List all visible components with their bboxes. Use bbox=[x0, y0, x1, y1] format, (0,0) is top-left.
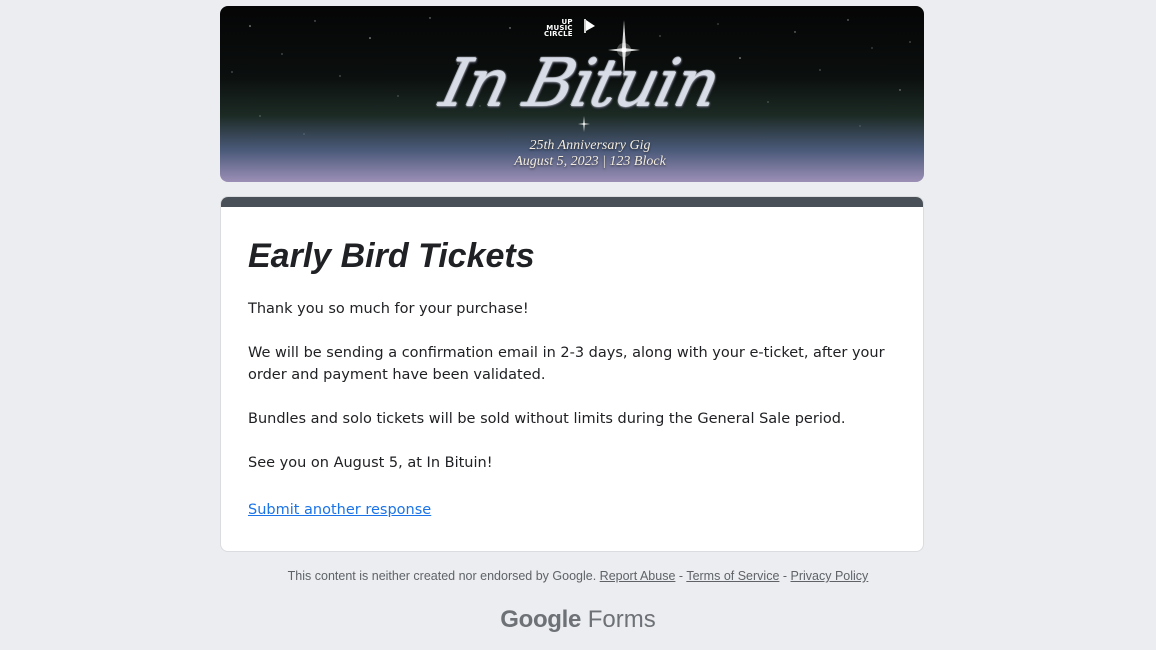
confirmation-message-email: We will be sending a confirmation email … bbox=[248, 345, 885, 383]
up-music-circle-logo: UP MUSIC CIRCLE bbox=[544, 18, 573, 38]
google-wordmark: Google bbox=[500, 606, 582, 633]
event-script-title: In Bituin bbox=[433, 45, 727, 122]
header-banner-image: UP MUSIC CIRCLE In Bituin 25th Anniversa… bbox=[220, 6, 924, 182]
submit-another-response-link[interactable]: Submit another response bbox=[248, 502, 431, 518]
disclaimer-text: This content is neither created nor endo… bbox=[287, 569, 597, 583]
footer-separator: - bbox=[779, 569, 791, 583]
footer-disclaimer: This content is neither created nor endo… bbox=[0, 569, 1156, 583]
logo-flag-icon bbox=[584, 19, 595, 33]
terms-of-service-link[interactable]: Terms of Service bbox=[686, 569, 779, 583]
event-date-venue: August 5, 2023 | 123 Block bbox=[514, 154, 666, 169]
google-forms-logo[interactable]: Google Forms bbox=[0, 606, 1156, 634]
forms-wordmark: Forms bbox=[587, 606, 656, 633]
footer-separator: - bbox=[675, 569, 687, 583]
confirmation-message-thanks: Thank you so much for your purchase! bbox=[248, 301, 529, 317]
form-title: Early Bird Tickets bbox=[248, 237, 535, 275]
privacy-policy-link[interactable]: Privacy Policy bbox=[791, 569, 869, 583]
card-accent-bar bbox=[221, 197, 923, 207]
confirmation-message-general-sale: Bundles and solo tickets will be sold wi… bbox=[248, 411, 846, 427]
confirmation-message-see-you: See you on August 5, at In Bituin! bbox=[248, 455, 493, 471]
form-confirmation-page: UP MUSIC CIRCLE In Bituin 25th Anniversa… bbox=[0, 0, 1156, 650]
report-abuse-link[interactable]: Report Abuse bbox=[600, 569, 676, 583]
event-subtitle: 25th Anniversary Gig bbox=[529, 138, 651, 153]
confirmation-card: Early Bird Tickets Thank you so much for… bbox=[220, 196, 924, 552]
